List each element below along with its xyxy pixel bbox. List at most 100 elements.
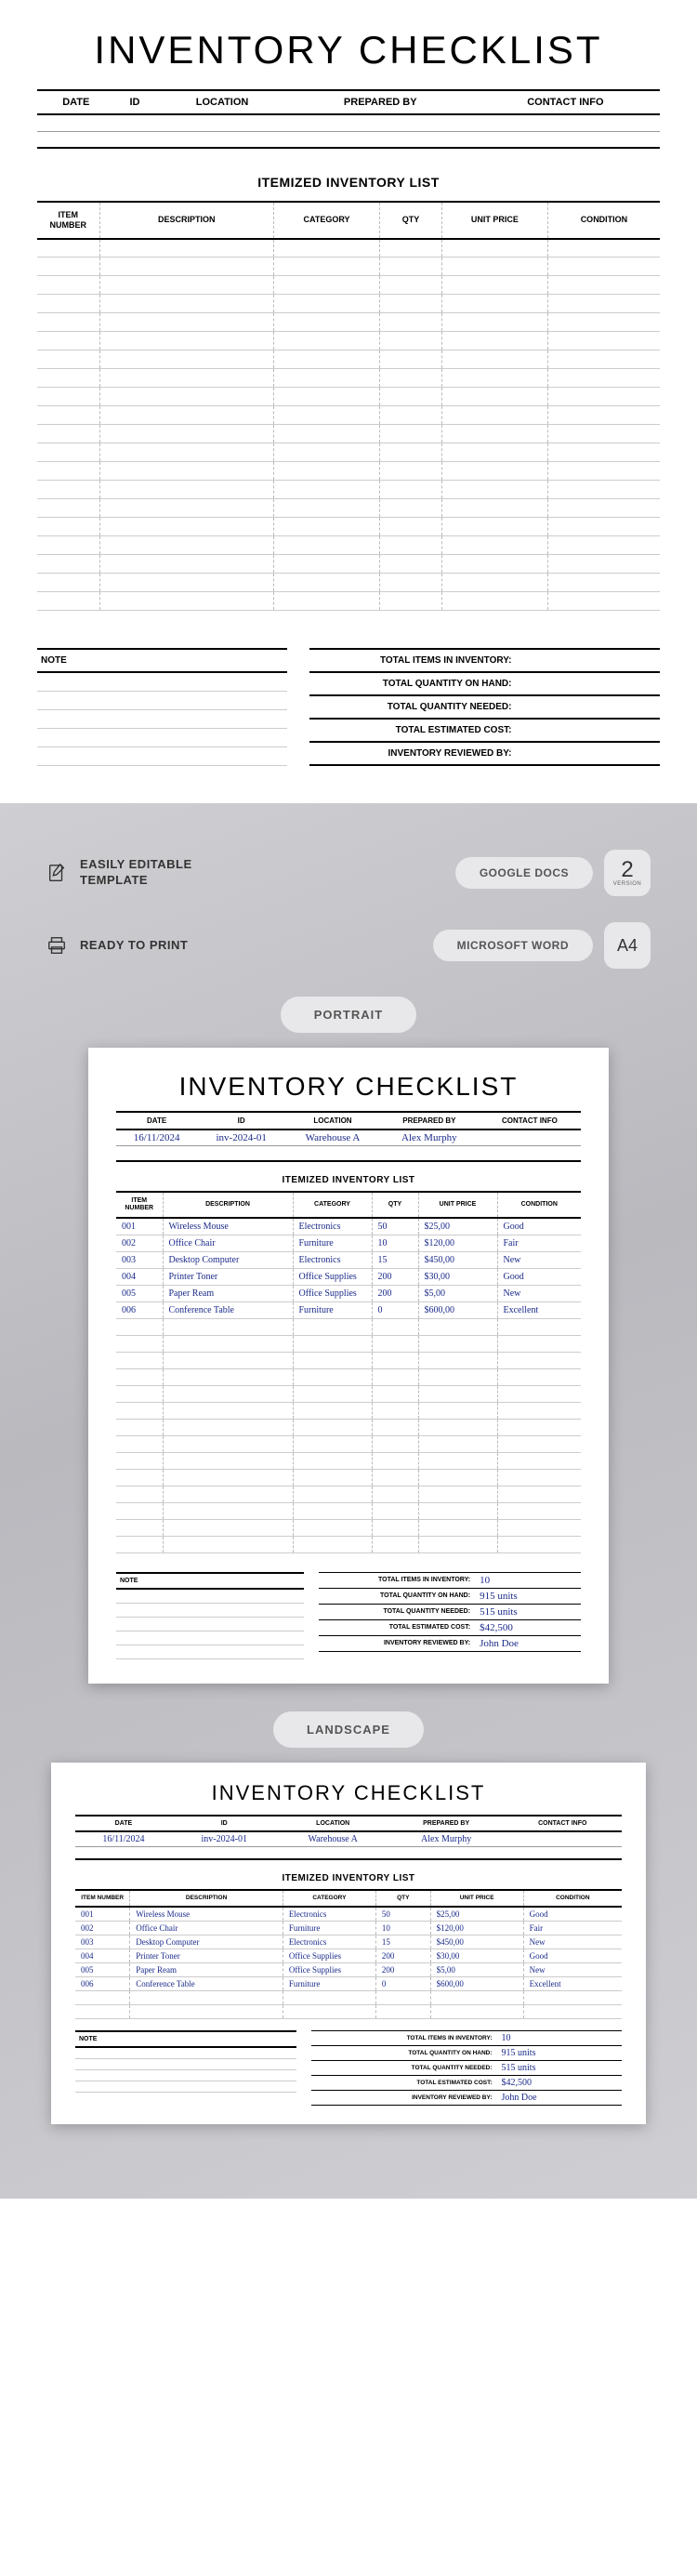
item-cell: Excellent [497,1301,581,1318]
item-cell: $450,00 [430,1935,523,1949]
table-row [116,1486,581,1502]
item-cell [37,276,99,295]
meta-cell: inv-2024-01 [197,1129,285,1146]
meta-header: DATE [116,1112,197,1129]
item-cell: 006 [116,1301,163,1318]
totals-value: 915 units [498,2046,622,2060]
item-cell: 10 [372,1235,418,1251]
item-cell [497,1519,581,1536]
totals-value: $42,500 [498,2076,622,2090]
item-cell [37,369,99,388]
item-cell [293,1435,372,1452]
item-cell: 10 [375,1922,430,1935]
item-cell: 50 [375,1907,430,1922]
totals-row: TOTAL ITEMS IN INVENTORY: [309,648,660,671]
item-cell [523,2005,622,2019]
item-cell [283,1991,375,2005]
item-cell [441,369,547,388]
item-cell [547,313,660,332]
item-cell [293,1536,372,1552]
item-cell [441,555,547,574]
item-cell [379,592,441,611]
item-header: CATEGORY [293,1192,372,1219]
item-cell [116,1352,163,1368]
item-cell [372,1469,418,1486]
item-cell: $25,00 [430,1907,523,1922]
item-cell [547,574,660,592]
table-row: 003Desktop ComputerElectronics15$450,00N… [116,1251,581,1268]
totals-value [519,720,660,741]
item-header: UNIT PRICE [430,1890,523,1907]
note-line [75,2081,296,2093]
item-cell [441,350,547,369]
item-cell [547,518,660,536]
meta-cell [75,1846,172,1859]
item-cell [372,1419,418,1435]
item-cell [441,239,547,258]
item-cell: 005 [75,1963,130,1977]
items-table: ITEM NUMBERDESCRIPTIONCATEGORYQTYUNIT PR… [75,1889,622,2019]
item-cell [497,1335,581,1352]
item-cell [379,239,441,258]
item-cell: $600,00 [430,1977,523,1991]
item-cell: Office Supplies [283,1963,375,1977]
totals-label: TOTAL QUANTITY NEEDED: [311,2061,497,2075]
item-cell: Excellent [523,1977,622,1991]
note-line [116,1590,304,1604]
item-cell [441,592,547,611]
meta-header: LOCATION [277,1816,389,1831]
meta-cell: Warehouse A [277,1831,389,1847]
item-cell: 006 [75,1977,130,1991]
item-cell [441,295,547,313]
totals-label: TOTAL ESTIMATED COST: [311,2076,497,2090]
item-cell [163,1419,293,1435]
item-cell: New [523,1935,622,1949]
item-cell [547,406,660,425]
item-cell [379,518,441,536]
item-cell: Electronics [283,1935,375,1949]
item-cell [418,1318,497,1335]
item-cell [441,574,547,592]
item-cell: Desktop Computer [163,1251,293,1268]
item-cell [99,332,274,350]
item-cell: 005 [116,1285,163,1301]
totals-row: TOTAL ITEMS IN INVENTORY:10 [319,1572,581,1588]
item-cell [163,1402,293,1419]
table-row [37,536,660,555]
feature-editable: EASILY EDITABLE TEMPLATE [80,857,192,889]
item-cell: 001 [75,1907,130,1922]
totals-label: TOTAL QUANTITY ON HAND: [319,1589,476,1604]
table-row [116,1335,581,1352]
item-cell [99,592,274,611]
meta-header: PREPARED BY [290,90,471,114]
item-cell [163,1502,293,1519]
landscape-preview-sheet: INVENTORY CHECKLIST DATEIDLOCATIONPREPAR… [51,1763,646,2124]
item-cell [547,369,660,388]
meta-cell [277,1846,389,1859]
meta-table: DATEIDLOCATIONPREPARED BYCONTACT INFO 16… [116,1111,581,1162]
meta-cell [504,1831,622,1847]
table-row [116,1318,581,1335]
items-table: ITEM NUMBERDESCRIPTIONCATEGORYQTYUNIT PR… [116,1191,581,1553]
item-cell [274,518,380,536]
meta-header: PREPARED BY [380,1112,479,1129]
item-header: CATEGORY [283,1890,375,1907]
table-row: 001Wireless MouseElectronics50$25,00Good [116,1218,581,1235]
meta-cell [471,114,660,131]
item-cell: 200 [372,1285,418,1301]
item-cell [441,313,547,332]
item-cell: 200 [375,1949,430,1963]
totals-row: TOTAL QUANTITY NEEDED: [309,694,660,718]
totals-label: INVENTORY REVIEWED BY: [311,2091,497,2105]
table-row [116,1536,581,1552]
item-cell [379,499,441,518]
item-cell: $120,00 [418,1235,497,1251]
blank-template-sheet: INVENTORY CHECKLIST DATEIDLOCATIONPREPAR… [0,0,697,803]
item-cell [372,1385,418,1402]
item-cell: 001 [116,1218,163,1235]
item-cell [37,536,99,555]
table-row [75,2005,622,2019]
totals-block: TOTAL ITEMS IN INVENTORY:10TOTAL QUANTIT… [319,1572,581,1659]
totals-value: 10 [498,2031,622,2045]
item-cell: Office Supplies [293,1268,372,1285]
